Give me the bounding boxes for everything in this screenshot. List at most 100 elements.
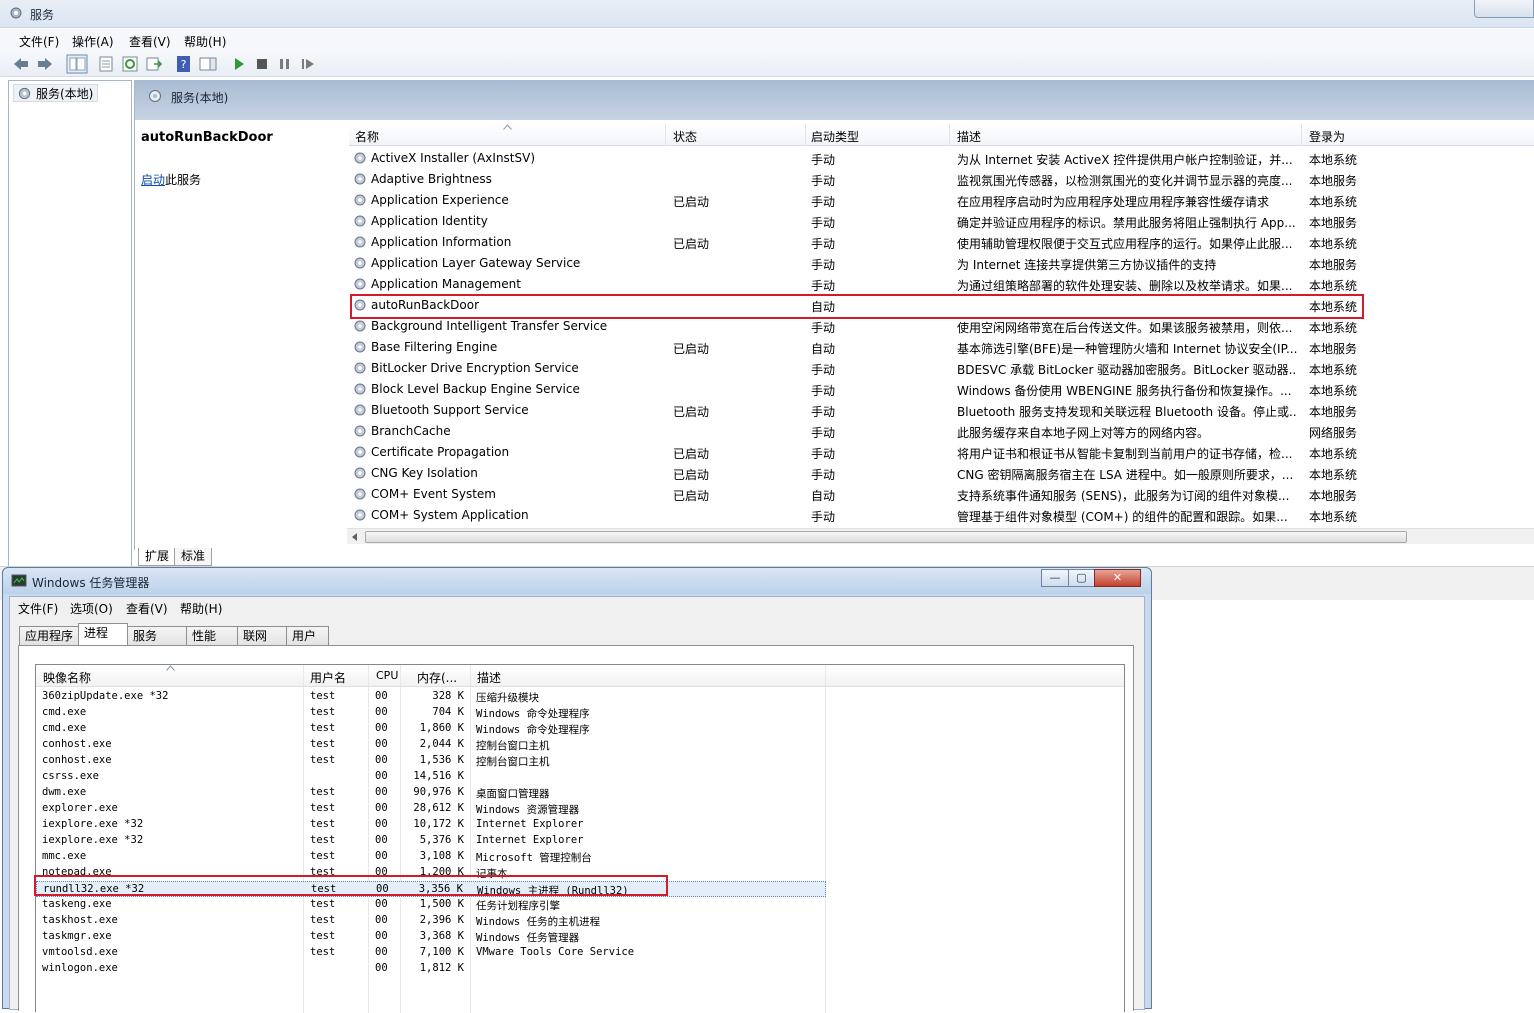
service-row[interactable]: Application Experience 已启动 手动 在应用程序启动时为应用程序…: [349, 190, 1534, 211]
tm-menu-options[interactable]: 选项(O): [70, 600, 113, 617]
process-row[interactable]: winlogon.exe 00 1,812 K: [36, 961, 826, 977]
start-service-link[interactable]: 启动: [141, 173, 165, 187]
process-row[interactable]: cmd.exe test 00 1,860 K Windows 命令处理程序: [36, 721, 826, 737]
service-gear-icon: [354, 509, 366, 521]
process-row[interactable]: taskhost.exe test 00 2,396 K Windows 任务的主机进程: [36, 913, 826, 929]
maximize-button[interactable]: ▢: [1068, 569, 1095, 587]
process-row[interactable]: iexplore.exe *32 test 00 10,172 K Internet E…: [36, 817, 826, 833]
menu-action[interactable]: 操作(A): [72, 33, 114, 50]
column-header-user[interactable]: 用户名: [310, 669, 346, 686]
service-row[interactable]: Application Information 已启动 手动 使用辅助管理权限便于交互…: [349, 232, 1534, 253]
process-row[interactable]: taskeng.exe test 00 1,500 K 任务计划程序引擎: [36, 897, 826, 913]
tm-menu-view[interactable]: 查看(V): [126, 600, 168, 617]
forward-arrow-icon[interactable]: [36, 55, 54, 73]
services-gear-icon: [149, 90, 161, 102]
menu-file[interactable]: 文件(F): [19, 33, 59, 50]
process-image-name: taskmgr.exe: [42, 930, 112, 942]
process-row[interactable]: dwm.exe test 00 90,976 K 桌面窗口管理器: [36, 785, 826, 801]
column-header-cpu[interactable]: CPU: [376, 669, 398, 682]
column-header-image-name[interactable]: 映像名称: [43, 669, 91, 686]
window-minimize-button[interactable]: [1474, 0, 1534, 18]
service-row[interactable]: ActiveX Installer (AxInstSV) 手动 为从 Interne…: [349, 148, 1534, 169]
sort-ascending-icon: [503, 124, 512, 130]
process-row[interactable]: conhost.exe test 00 1,536 K 控制台窗口主机: [36, 753, 826, 769]
menu-view[interactable]: 查看(V): [129, 33, 171, 50]
service-description: 为通过组策略部署的软件处理安装、删除以及枚举请求。如果...: [957, 279, 1293, 293]
service-row[interactable]: Certificate Propagation 已启动 手动 将用户证书和根证书从智能…: [349, 442, 1534, 463]
process-row[interactable]: taskmgr.exe test 00 3,368 K Windows 任务管理器: [36, 929, 826, 945]
service-row[interactable]: Application Management 手动 为通过组策略部署的软件处理安装、…: [349, 274, 1534, 295]
service-row[interactable]: Bluetooth Support Service 已启动 手动 Bluetooth …: [349, 400, 1534, 421]
process-row[interactable]: mmc.exe test 00 3,108 K Microsoft 管理控制台: [36, 849, 826, 865]
process-row[interactable]: cmd.exe test 00 704 K Windows 命令处理程序: [36, 705, 826, 721]
pause-service-icon[interactable]: [276, 55, 294, 73]
process-row[interactable]: conhost.exe test 00 2,044 K 控制台窗口主机: [36, 737, 826, 753]
scroll-left-icon[interactable]: [351, 533, 359, 541]
service-row[interactable]: COM+ System Application 手动 管理基于组件对象模型 (COM…: [349, 505, 1534, 526]
process-row[interactable]: explorer.exe test 00 28,612 K Windows 资源管理器: [36, 801, 826, 817]
export-list-icon[interactable]: [145, 55, 163, 73]
service-row[interactable]: Application Layer Gateway Service 手动 为 Int…: [349, 253, 1534, 274]
menu-help[interactable]: 帮助(H): [184, 33, 226, 50]
service-row[interactable]: COM+ Event System 已启动 自动 支持系统事件通知服务 (SENS)，…: [349, 484, 1534, 505]
tab-performance[interactable]: 性能: [186, 626, 238, 645]
minimize-button[interactable]: —: [1041, 569, 1069, 587]
service-name: Application Identity: [371, 214, 488, 228]
service-row[interactable]: Block Level Backup Engine Service 手动 Windo…: [349, 379, 1534, 400]
process-image-name: explorer.exe: [42, 802, 118, 814]
tree-node-services-local[interactable]: 服务(本地): [13, 84, 99, 102]
column-header-status[interactable]: 状态: [673, 128, 697, 145]
service-logon: 本地服务: [1309, 489, 1358, 503]
tab-processes[interactable]: 进程: [78, 623, 128, 646]
tab-networking[interactable]: 联网: [237, 626, 287, 645]
process-cpu: 00: [375, 914, 388, 926]
column-header-name[interactable]: 名称: [355, 128, 379, 145]
tab-extended[interactable]: 扩展: [138, 548, 177, 566]
action-pane-icon[interactable]: [199, 55, 217, 73]
process-memory: 14,516 K: [413, 770, 464, 782]
tm-menu-file[interactable]: 文件(F): [18, 600, 58, 617]
tab-services[interactable]: 服务: [127, 626, 187, 645]
back-arrow-icon[interactable]: [12, 55, 30, 73]
tab-standard[interactable]: 标准: [174, 548, 213, 566]
resume-service-icon[interactable]: [299, 55, 317, 73]
refresh-icon[interactable]: [121, 55, 139, 73]
column-header-description[interactable]: 描述: [957, 128, 981, 145]
tab-applications[interactable]: 应用程序: [19, 626, 80, 645]
column-header-startup[interactable]: 启动类型: [811, 128, 859, 145]
process-description: Windows 资源管理器: [476, 804, 580, 816]
services-horizontal-scrollbar[interactable]: [347, 528, 1534, 544]
process-image-name: mmc.exe: [42, 850, 87, 862]
process-row[interactable]: iexplore.exe *32 test 00 5,376 K Internet Ex…: [36, 833, 826, 849]
show-hide-tree-icon[interactable]: [66, 54, 88, 74]
process-description: VMware Tools Core Service: [476, 946, 635, 958]
service-row[interactable]: Application Identity 手动 确定并验证应用程序的标识。禁用此服务…: [349, 211, 1534, 232]
service-row[interactable]: Background Intelligent Transfer Service 手…: [349, 316, 1534, 337]
column-header-logon[interactable]: 登录为: [1309, 128, 1345, 145]
stop-service-icon[interactable]: [253, 55, 271, 73]
service-status: 已启动: [673, 195, 710, 209]
process-row[interactable]: vmtoolsd.exe test 00 7,100 K VMware Tools Co…: [36, 945, 826, 961]
service-logon: 本地服务: [1309, 342, 1358, 356]
process-user: test: [310, 834, 336, 846]
start-service-icon[interactable]: [230, 55, 248, 73]
process-image-name: iexplore.exe *32: [42, 818, 144, 830]
column-header-description[interactable]: 描述: [477, 669, 501, 686]
column-header-memory[interactable]: 内存(...: [417, 669, 457, 686]
scroll-thumb[interactable]: [365, 531, 1407, 543]
service-description: 确定并验证应用程序的标识。禁用此服务将阻止强制执行 App...: [957, 216, 1296, 230]
service-row[interactable]: Base Filtering Engine 已启动 自动 基本筛选引擎(BFE)是一种…: [349, 337, 1534, 358]
service-row[interactable]: BitLocker Drive Encryption Service 手动 BDES…: [349, 358, 1534, 379]
service-row[interactable]: BranchCache 手动 此服务缓存来自本地子网上对等方的网络内容。 网络服务: [349, 421, 1534, 442]
process-row[interactable]: csrss.exe 00 14,516 K: [36, 769, 826, 785]
service-row[interactable]: Adaptive Brightness 手动 监视氛围光传感器，以检测氛围光的变化并…: [349, 169, 1534, 190]
tm-menu-help[interactable]: 帮助(H): [180, 600, 222, 617]
service-row[interactable]: CNG Key Isolation 已启动 手动 CNG 密钥隔离服务宿主在 LSA …: [349, 463, 1534, 484]
process-row[interactable]: 360zipUpdate.exe *32 test 00 328 K 压缩升级模块: [36, 689, 826, 705]
tab-users[interactable]: 用户: [286, 626, 329, 645]
close-button[interactable]: ✕: [1094, 569, 1141, 587]
service-description: 将用户证书和根证书从智能卡复制到当前用户的证书存储，检...: [957, 447, 1293, 461]
properties-icon[interactable]: [97, 55, 115, 73]
process-memory: 3,368 K: [419, 930, 464, 942]
help-icon[interactable]: ?: [175, 55, 193, 73]
